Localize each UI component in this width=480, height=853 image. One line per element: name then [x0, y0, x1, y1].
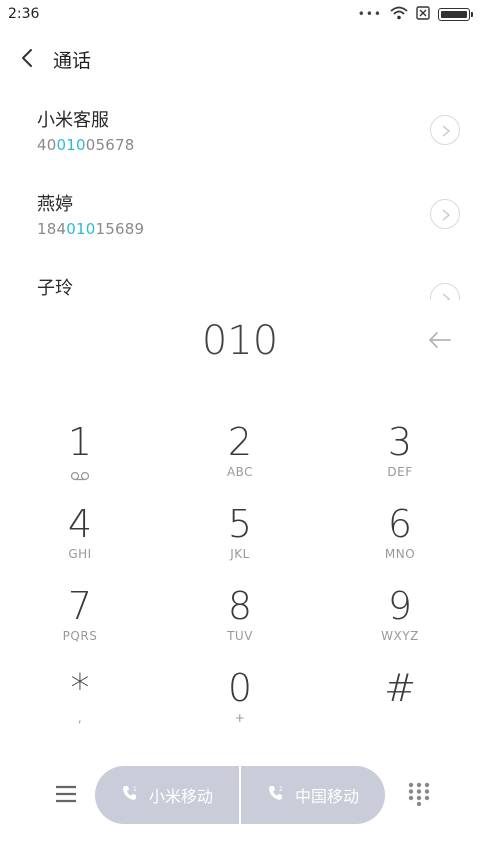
key-1[interactable]: 1 [0, 420, 160, 500]
contact-detail-button[interactable] [430, 115, 460, 145]
key-letters: MNO [384, 547, 416, 561]
contact-detail-button[interactable] [430, 283, 460, 300]
key-letters: GHI [68, 547, 92, 561]
voicemail-icon [0, 466, 160, 485]
keypad-grid-icon[interactable] [407, 782, 431, 807]
key-digit: 9 [387, 584, 413, 628]
key-digit: 5 [227, 502, 253, 546]
backspace-arrow-icon[interactable] [426, 328, 454, 352]
key-digit: 7 [67, 584, 93, 628]
call-sim2-button[interactable]: 2 中国移动 [241, 766, 385, 824]
key-star[interactable]: * , [0, 666, 160, 746]
key-letters: , [77, 711, 83, 725]
key-8[interactable]: 8 TUV [160, 584, 320, 664]
wifi-icon [390, 5, 408, 24]
key-letters: JKL [230, 547, 250, 561]
contact-row[interactable]: 子玲 [0, 274, 480, 300]
key-letters: DEF [387, 465, 413, 479]
key-letters: TUV [227, 629, 253, 643]
key-3[interactable]: 3 DEF [320, 420, 480, 500]
key-digit: 8 [227, 584, 253, 628]
svg-text:1: 1 [133, 786, 137, 793]
contact-detail-button[interactable] [430, 199, 460, 229]
key-9[interactable]: 9 WXYZ [320, 584, 480, 664]
sim1-phone-icon: 1 [121, 784, 139, 806]
contact-name: 小米客服 [37, 110, 109, 131]
battery-icon [438, 7, 473, 21]
status-time: 2:36 [8, 6, 40, 22]
contact-list: 小米客服 4001005678 燕婷 18401015689 子玲 [0, 100, 480, 300]
key-5[interactable]: 5 JKL [160, 502, 320, 582]
key-hash[interactable]: # [320, 666, 480, 746]
sim2-phone-icon: 2 [267, 784, 285, 806]
contact-row[interactable]: 小米客服 4001005678 [0, 106, 480, 176]
key-digit: 3 [387, 420, 413, 464]
contact-name: 燕婷 [37, 194, 73, 215]
key-digit: # [384, 666, 416, 710]
contact-number: 4001005678 [37, 136, 135, 154]
menu-icon[interactable] [54, 783, 78, 805]
contact-number: 18401015689 [37, 220, 145, 238]
dialed-number: 010 [201, 318, 279, 364]
key-6[interactable]: 6 MNO [320, 502, 480, 582]
call-sim1-label: 小米移动 [148, 787, 213, 806]
key-digit: 6 [387, 502, 413, 546]
key-digit: * [70, 666, 90, 710]
call-button-group: 1 小米移动 2 中国移动 [95, 766, 385, 824]
key-digit: 4 [67, 502, 93, 546]
no-sim-icon [416, 5, 430, 24]
key-0[interactable]: 0 + [160, 666, 320, 746]
key-2[interactable]: 2 ABC [160, 420, 320, 500]
key-digit: 1 [67, 420, 93, 464]
call-sim1-button[interactable]: 1 小米移动 [95, 766, 239, 824]
header: 通话 [0, 38, 480, 78]
key-digit: 0 [227, 666, 253, 710]
back-arrow-icon[interactable] [18, 46, 38, 70]
call-sim2-label: 中国移动 [294, 787, 359, 806]
contact-row[interactable]: 燕婷 18401015689 [0, 190, 480, 260]
svg-text:2: 2 [279, 786, 283, 793]
status-bar: 2:36 ••• [0, 0, 480, 28]
more-dots-icon: ••• [357, 7, 382, 21]
key-4[interactable]: 4 GHI [0, 502, 160, 582]
key-7[interactable]: 7 PQRS [0, 584, 160, 664]
key-letters: WXYZ [381, 629, 419, 643]
key-letters: PQRS [62, 629, 98, 643]
key-digit: 2 [227, 420, 253, 464]
page-title: 通话 [53, 50, 92, 72]
key-letters: + [234, 711, 246, 725]
status-icons: ••• [357, 5, 473, 24]
contact-name: 子玲 [37, 278, 73, 299]
key-letters: ABC [226, 465, 254, 479]
